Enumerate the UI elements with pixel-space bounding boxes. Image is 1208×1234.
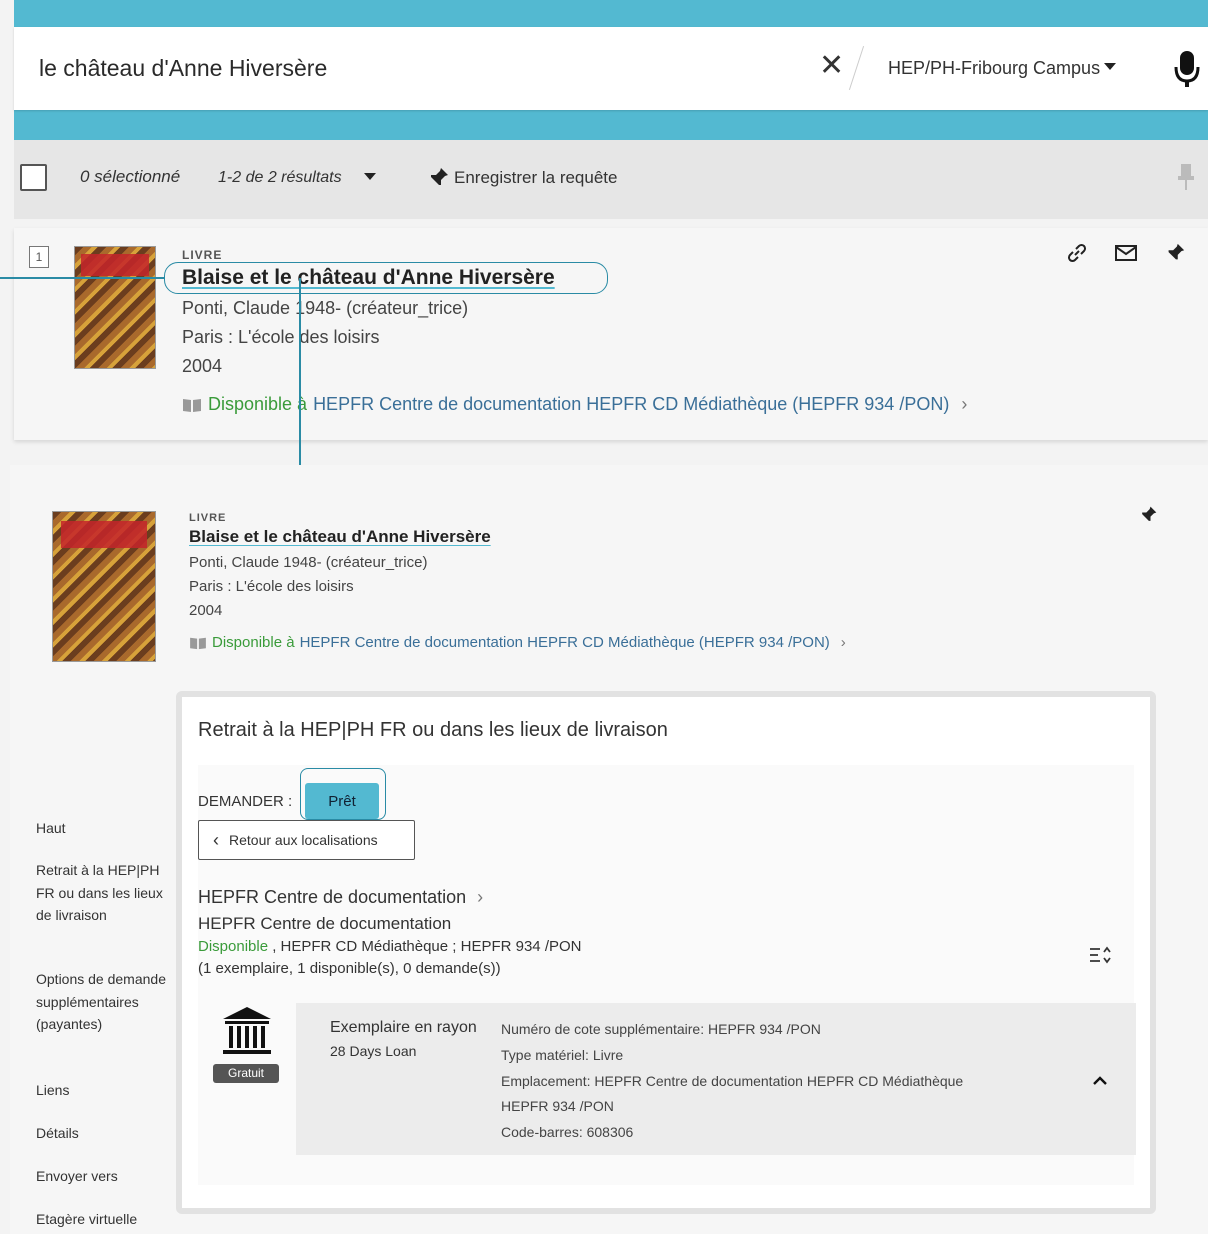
record-type: LIVRE: [182, 248, 223, 262]
book-icon: [190, 637, 206, 649]
item-policy: Exemplaire en rayon: [330, 1019, 477, 1036]
item-location-cont: HEPFR 934 /PON: [501, 1098, 614, 1114]
availability-link[interactable]: Disponible à HEPFR Centre de documentati…: [189, 634, 846, 651]
microphone-icon[interactable]: [1172, 49, 1202, 89]
book-icon: [183, 398, 201, 412]
nav-item-details[interactable]: Détails: [36, 1122, 79, 1145]
panel-title: Retrait à la HEP|PH FR ou dans les lieux…: [198, 719, 668, 741]
clear-search-icon[interactable]: ✕: [819, 51, 844, 81]
nav-item-virtual-shelf[interactable]: Etagère virtuelle: [36, 1208, 137, 1231]
library-building-icon: [223, 1007, 271, 1054]
button-callout-highlight: [300, 768, 386, 820]
status-available: Disponible: [198, 938, 269, 955]
record-title: Blaise et le château d'Anne Hiversère: [189, 527, 491, 546]
record-publisher: Paris : L'école des loisirs: [182, 327, 380, 347]
save-query-label: Enregistrer la requête: [454, 168, 618, 187]
nav-item-send-to[interactable]: Envoyer vers: [36, 1165, 118, 1188]
pin-icon: [429, 168, 448, 187]
search-input[interactable]: le château d'Anne Hiversère: [39, 55, 327, 82]
results-toolbar: 0 sélectionné 1-2 de 2 résultats Enregis…: [14, 140, 1208, 219]
record-year: 2004: [182, 356, 223, 376]
chevron-down-icon[interactable]: [364, 173, 376, 180]
pin-icon[interactable]: [1178, 162, 1194, 192]
search-box[interactable]: le château d'Anne Hiversère ✕ HEP/PH-Fri…: [14, 27, 1208, 110]
email-icon[interactable]: [1114, 243, 1138, 263]
nav-item-links[interactable]: Liens: [36, 1079, 69, 1102]
record-publisher: Paris : L'école des loisirs: [189, 578, 354, 595]
nav-item-extra-options[interactable]: Options de demande supplémentaires (paya…: [36, 968, 166, 1036]
availability-location: HEPFR Centre de documentation HEPFR CD M…: [313, 394, 950, 414]
availability-location: HEPFR Centre de documentation HEPFR CD M…: [299, 634, 830, 651]
results-count[interactable]: 1-2 de 2 résultats: [218, 169, 342, 187]
availability-status: Disponible à: [212, 634, 295, 651]
link-icon[interactable]: [1066, 242, 1088, 264]
search-divider: [848, 45, 865, 91]
item-call-number: Numéro de cote supplémentaire: HEPFR 934…: [501, 1021, 821, 1037]
back-button-label: Retour aux localisations: [229, 832, 378, 848]
record-number[interactable]: 1: [29, 246, 49, 268]
loan-period: 28 Days Loan: [330, 1043, 417, 1059]
record-author: Ponti, Claude 1948- (créateur_trice): [189, 554, 428, 571]
item-barcode: Code-barres: 608306: [501, 1124, 634, 1140]
free-badge: Gratuit: [213, 1064, 279, 1083]
chevron-up-icon[interactable]: [1090, 1073, 1110, 1087]
search-scope-select[interactable]: HEP/PH-Fribourg Campus: [888, 58, 1100, 79]
pickup-panel: Retrait à la HEP|PH FR ou dans les lieux…: [176, 691, 1156, 1214]
save-query-button[interactable]: Enregistrer la requête: [426, 166, 617, 190]
book-cover[interactable]: [52, 511, 156, 662]
callout-line: [0, 277, 164, 279]
location-sublibrary: HEPFR Centre de documentation: [198, 914, 452, 933]
book-cover[interactable]: [74, 246, 156, 369]
record-actions: [1066, 242, 1186, 264]
pin-icon[interactable]: [1164, 242, 1186, 264]
selected-count: 0 sélectionné: [80, 167, 181, 186]
pin-icon[interactable]: [1138, 505, 1158, 525]
item-material-type: Type matériel: Livre: [501, 1047, 624, 1063]
title-callout-highlight: [164, 262, 608, 294]
availability-status: Disponible à: [208, 394, 308, 414]
copies-count: (1 exemplaire, 1 disponible(s), 0 demand…: [198, 960, 501, 977]
request-label: DEMANDER :: [198, 793, 293, 810]
record-author: Ponti, Claude 1948- (créateur_trice): [182, 298, 469, 318]
chevron-down-icon[interactable]: [1104, 63, 1116, 70]
item-location: Emplacement: HEPFR Centre de documentati…: [501, 1073, 964, 1089]
chevron-right-icon: ›: [961, 394, 968, 414]
location-name: HEPFR Centre de documentation: [198, 887, 467, 907]
record-type: LIVRE: [189, 512, 227, 524]
chevron-right-icon: ›: [477, 887, 484, 907]
nav-item-top[interactable]: Haut: [36, 817, 66, 840]
location-name-link[interactable]: HEPFR Centre de documentation ›: [198, 887, 483, 908]
result-card[interactable]: 1 LIVRE Blaise et le château d'Anne Hive…: [14, 228, 1208, 440]
sort-filter-icon[interactable]: [1088, 945, 1114, 965]
item-details: Exemplaire en rayon 28 Days Loan Numéro …: [296, 1003, 1136, 1155]
location-status: Disponible , HEPFR CD Médiathèque ; HEPF…: [198, 938, 582, 955]
chevron-left-icon: ‹: [213, 829, 219, 850]
record-year: 2004: [189, 602, 223, 619]
chevron-right-icon: ›: [840, 634, 846, 651]
status-detail: , HEPFR CD Médiathèque ; HEPFR 934 /PON: [268, 938, 582, 955]
back-to-locations-button[interactable]: ‹ Retour aux localisations: [198, 820, 415, 860]
select-all-checkbox[interactable]: [20, 164, 47, 191]
nav-item-pickup[interactable]: Retrait à la HEP|PH FR ou dans les lieux…: [36, 859, 166, 927]
